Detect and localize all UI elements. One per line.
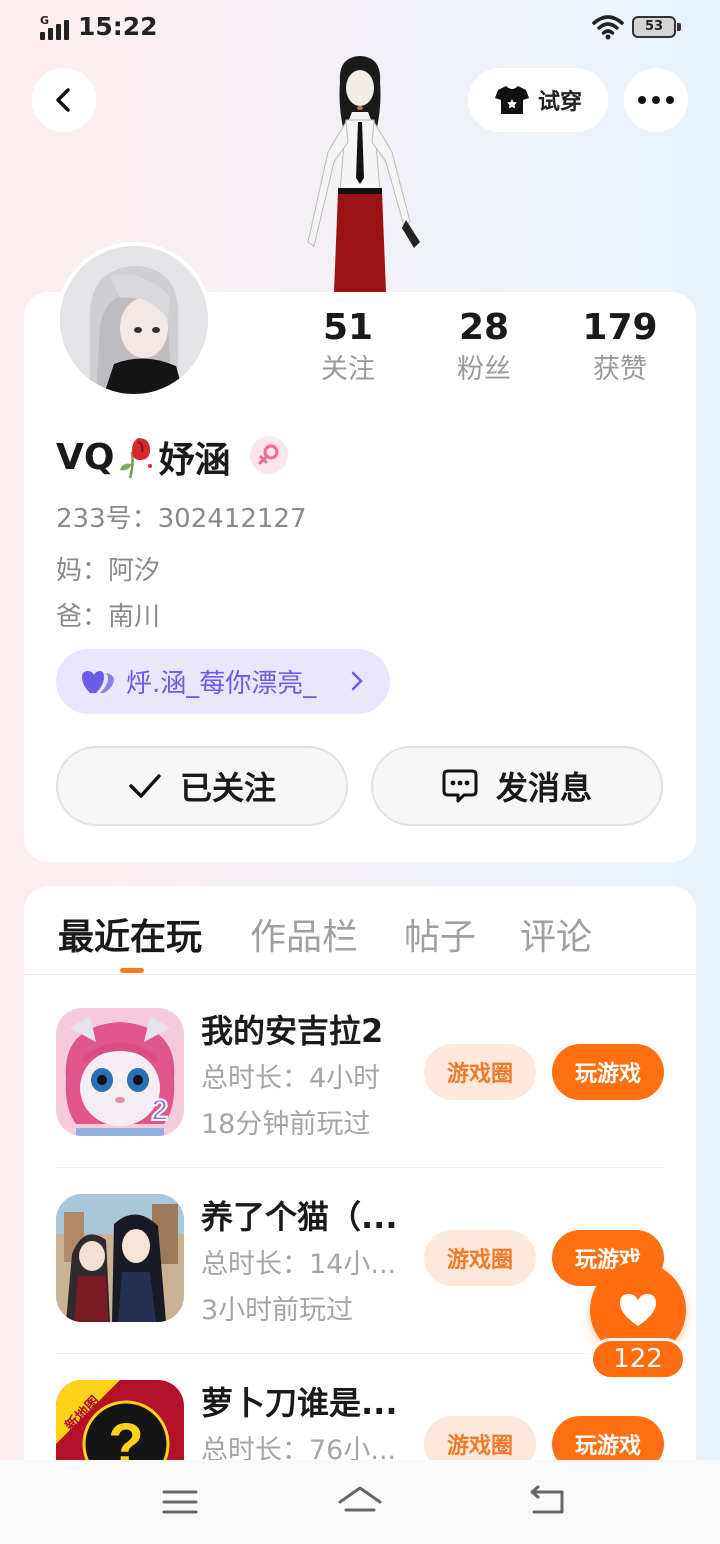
menu-icon[interactable] — [156, 1484, 204, 1520]
game-last-played: 18分钟前玩过 — [201, 1109, 371, 1140]
mom-relation: 妈：阿汐 — [56, 556, 161, 586]
game-icon-cat[interactable] — [56, 1194, 184, 1322]
signal-icon: G — [40, 14, 72, 40]
user-id: 233号：302412127 — [56, 504, 307, 534]
followed-button[interactable]: 已关注 — [56, 746, 348, 826]
system-nav-bar — [0, 1460, 720, 1544]
dad-relation: 爸：南川 — [56, 602, 161, 632]
game-duration: 总时长：4小时 — [201, 1063, 381, 1094]
tab-posts[interactable]: 帖子 — [404, 908, 476, 960]
game-duration: 总时长：14小... — [201, 1249, 397, 1280]
tab-indicator — [120, 968, 144, 973]
game-list-item[interactable]: 养了个猫（... 总时长：14小... 3小时前玩过 游戏圈 玩游戏 — [56, 1168, 664, 1354]
game-title: 萝卜刀谁是... — [201, 1384, 398, 1422]
following-count: 51 — [322, 307, 374, 348]
home-icon[interactable] — [336, 1484, 384, 1520]
chevron-left-icon — [56, 88, 70, 112]
content-tabs: 最近在玩 作品栏 帖子 评论 — [24, 886, 696, 975]
more-button[interactable] — [624, 68, 688, 132]
stat-following[interactable]: 51 关注 — [288, 306, 408, 390]
back-nav-icon[interactable] — [524, 1484, 572, 1520]
wifi-icon — [592, 15, 624, 40]
status-bar: G 15:22 53 — [0, 0, 720, 56]
username-suffix: 妤涵 — [158, 440, 231, 481]
more-icon — [638, 96, 674, 104]
family-chip[interactable]: 烀.涵_莓你漂亮_ — [56, 649, 390, 714]
try-on-button[interactable]: 试穿 — [468, 68, 608, 132]
battery-level: 53 — [644, 19, 664, 34]
game-icon-angela[interactable]: 2 — [56, 1008, 184, 1136]
shirt-icon — [494, 86, 529, 114]
tab-works[interactable]: 作品栏 — [250, 908, 358, 960]
heart-pair-icon — [82, 670, 114, 693]
game-last-played: 3小时前玩过 — [201, 1295, 354, 1326]
username: VQ 妤涵 — [56, 432, 230, 482]
game-title: 我的安吉拉2 — [201, 1012, 384, 1050]
game-list-item[interactable]: 2 我的安吉拉2 总时长：4小时 18分钟前玩过 游戏圈 玩游戏 — [56, 982, 664, 1168]
like-count: 122 — [590, 1338, 686, 1380]
profile-avatar[interactable] — [56, 242, 212, 398]
game-circle-button[interactable]: 游戏圈 — [424, 1044, 536, 1100]
svg-text:2: 2 — [151, 1094, 168, 1127]
check-icon — [129, 774, 161, 798]
family-label: 烀.涵_莓你漂亮_ — [126, 669, 317, 699]
battery-icon: 53 — [632, 16, 681, 38]
heart-icon — [620, 1294, 656, 1326]
chat-bubble-icon — [442, 769, 478, 803]
female-gender-icon — [250, 436, 288, 474]
try-on-label: 试穿 — [537, 90, 582, 115]
status-time: 15:22 — [78, 12, 158, 41]
followed-label: 已关注 — [179, 769, 276, 807]
profile-stats: 51 关注 28 粉丝 179 获赞 — [290, 306, 690, 396]
game-title: 养了个猫（... — [201, 1198, 398, 1236]
fans-label: 粉丝 — [457, 354, 511, 385]
rose-icon — [120, 438, 153, 479]
chevron-right-icon — [351, 671, 363, 691]
username-prefix: VQ — [56, 436, 115, 478]
network-type: G — [40, 14, 50, 27]
likes-label: 获赞 — [593, 354, 647, 385]
likes-count: 179 — [582, 307, 658, 348]
stat-likes[interactable]: 179 获赞 — [560, 306, 680, 390]
stat-fans[interactable]: 28 粉丝 — [424, 306, 544, 390]
tab-comments[interactable]: 评论 — [520, 908, 592, 960]
following-label: 关注 — [321, 354, 375, 385]
tab-recently-played[interactable]: 最近在玩 — [58, 908, 202, 960]
send-message-button[interactable]: 发消息 — [371, 746, 663, 826]
game-circle-button[interactable]: 游戏圈 — [424, 1230, 536, 1286]
send-message-label: 发消息 — [495, 769, 592, 807]
content-card: 最近在玩 作品栏 帖子 评论 2 我的安吉拉2 总时长：4小时 18分钟前玩过 … — [24, 886, 696, 1544]
play-game-button[interactable]: 玩游戏 — [552, 1044, 664, 1100]
fans-count: 28 — [458, 307, 510, 348]
character-avatar-model[interactable] — [290, 52, 430, 292]
back-button[interactable] — [32, 68, 96, 132]
